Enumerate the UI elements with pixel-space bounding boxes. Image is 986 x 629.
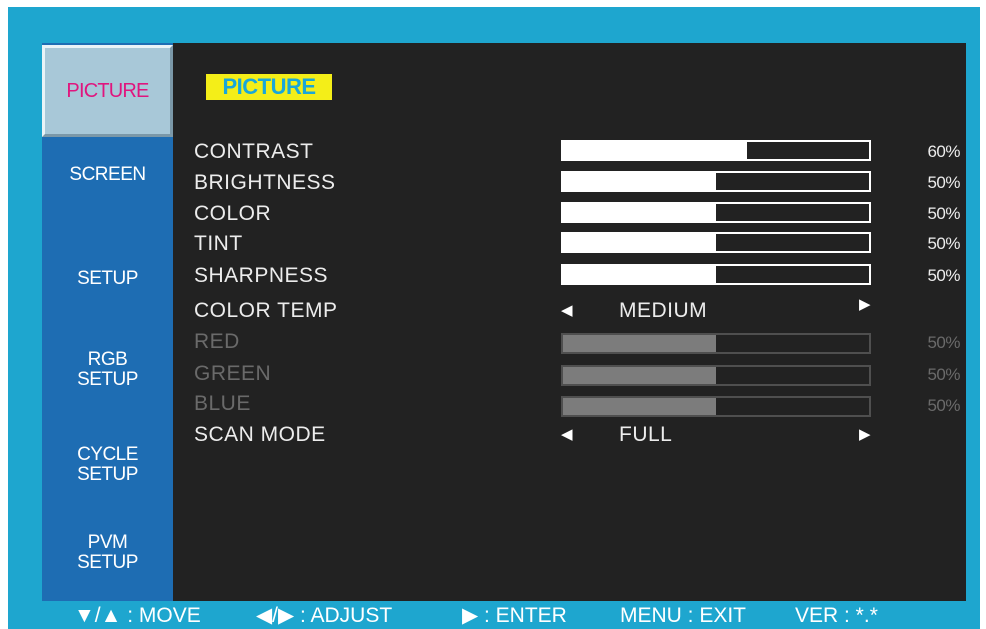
green-label: GREEN bbox=[194, 362, 272, 385]
blue-slider-fill bbox=[563, 398, 716, 415]
color-slider[interactable] bbox=[561, 202, 871, 223]
hint-move: ▼/▲ : MOVE bbox=[74, 604, 201, 627]
brightness-percent: 50% bbox=[927, 173, 960, 192]
scan-mode-selector[interactable]: ◀ FULL ▶ bbox=[561, 423, 873, 447]
color-temp-right-arrow-icon[interactable]: ▶ bbox=[859, 293, 871, 317]
green-slider bbox=[561, 365, 871, 386]
sharpness-slider-fill bbox=[563, 266, 716, 283]
red-percent: 50% bbox=[927, 333, 960, 352]
color-temp-value: MEDIUM bbox=[619, 299, 708, 322]
green-percent: 50% bbox=[927, 365, 960, 384]
sharpness-slider[interactable] bbox=[561, 264, 871, 285]
color-percent: 50% bbox=[927, 204, 960, 223]
color-temp-selector[interactable]: ◀ MEDIUM ▶ bbox=[561, 296, 873, 323]
brightness-label: BRIGHTNESS bbox=[194, 171, 336, 194]
hint-adjust: ◀/▶ : ADJUST bbox=[256, 604, 393, 627]
sidebar: PICTURE SCREEN SETUP RGB SETUP CYCLE SET… bbox=[42, 43, 173, 601]
color-temp-left-arrow-icon[interactable]: ◀ bbox=[561, 299, 573, 323]
contrast-label: CONTRAST bbox=[194, 140, 314, 163]
settings-panel: PICTURE CONTRAST 60% BRIGHTNESS 50% COLO… bbox=[173, 43, 966, 601]
scan-mode-right-arrow-icon[interactable]: ▶ bbox=[859, 423, 871, 447]
sharpness-label: SHARPNESS bbox=[194, 264, 329, 287]
hint-enter: ▶ : ENTER bbox=[462, 604, 567, 627]
blue-percent: 50% bbox=[927, 396, 960, 415]
scan-mode-label: SCAN MODE bbox=[194, 423, 326, 446]
scan-mode-value: FULL bbox=[619, 423, 673, 446]
brightness-slider-fill bbox=[563, 173, 716, 190]
green-slider-fill bbox=[563, 367, 716, 384]
sidebar-item-screen[interactable]: SCREEN bbox=[42, 155, 173, 195]
blue-slider bbox=[561, 396, 871, 417]
key-hint-footer: ▼/▲ : MOVE ◀/▶ : ADJUST ▶ : ENTER MENU :… bbox=[8, 603, 980, 629]
sharpness-percent: 50% bbox=[927, 266, 960, 285]
tint-slider[interactable] bbox=[561, 232, 871, 253]
hint-exit: MENU : EXIT bbox=[620, 604, 747, 627]
tint-percent: 50% bbox=[927, 234, 960, 253]
sidebar-item-picture[interactable]: PICTURE bbox=[42, 45, 173, 137]
sidebar-item-setup[interactable]: SETUP bbox=[42, 259, 173, 299]
sidebar-item-pvm-setup[interactable]: PVM SETUP bbox=[42, 528, 173, 578]
hint-version: VER : *.* bbox=[795, 604, 878, 627]
contrast-slider[interactable] bbox=[561, 140, 871, 161]
contrast-slider-fill bbox=[563, 142, 747, 159]
scan-mode-left-arrow-icon[interactable]: ◀ bbox=[561, 423, 573, 447]
red-label: RED bbox=[194, 330, 240, 353]
red-slider-fill bbox=[563, 335, 716, 352]
color-label: COLOR bbox=[194, 202, 272, 225]
red-slider bbox=[561, 333, 871, 354]
section-title: PICTURE bbox=[206, 74, 332, 100]
blue-label: BLUE bbox=[194, 392, 251, 415]
tint-slider-fill bbox=[563, 234, 716, 251]
color-slider-fill bbox=[563, 204, 716, 221]
tint-label: TINT bbox=[194, 232, 243, 255]
contrast-percent: 60% bbox=[927, 142, 960, 161]
sidebar-item-cycle-setup[interactable]: CYCLE SETUP bbox=[42, 440, 173, 490]
sidebar-item-rgb-setup[interactable]: RGB SETUP bbox=[42, 345, 173, 395]
osd-menu-frame: PICTURE SCREEN SETUP RGB SETUP CYCLE SET… bbox=[8, 7, 980, 629]
brightness-slider[interactable] bbox=[561, 171, 871, 192]
color-temp-label: COLOR TEMP bbox=[194, 299, 338, 322]
